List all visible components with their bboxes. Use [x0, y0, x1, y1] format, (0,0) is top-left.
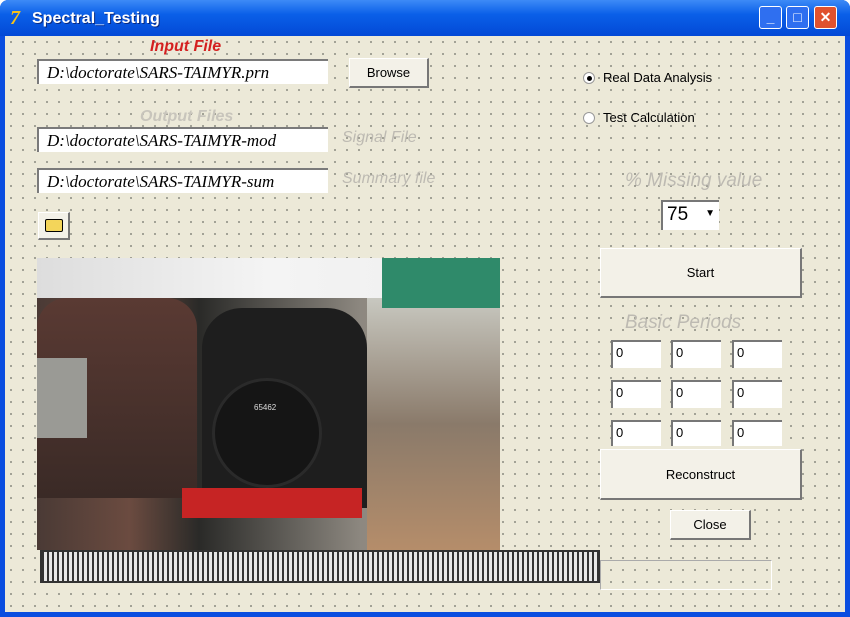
title-bar[interactable]: 7 Spectral_Testing _ □ ✕ — [0, 0, 850, 36]
radio-real-data-analysis[interactable]: Real Data Analysis — [583, 70, 712, 85]
train-photo: 65462 — [37, 258, 500, 550]
progress-track — [600, 560, 772, 590]
radio-label: Test Calculation — [603, 110, 695, 125]
missing-value-label: % Missing value — [625, 170, 763, 191]
period-field[interactable]: 0 — [732, 380, 782, 408]
window-title: Spectral_Testing — [32, 10, 160, 27]
chevron-down-icon: ▼ — [705, 208, 715, 219]
period-field[interactable]: 0 — [671, 420, 721, 446]
radio-test-calculation[interactable]: Test Calculation — [583, 110, 695, 125]
period-field[interactable]: 0 — [611, 380, 661, 408]
summary-file-field[interactable]: D:\doctorate\SARS-TAIMYR-sum — [37, 168, 328, 193]
open-folder-button[interactable] — [38, 212, 70, 240]
close-button[interactable]: Close — [670, 510, 751, 540]
minimize-button[interactable]: _ — [759, 6, 782, 29]
input-file-field[interactable]: D:\doctorate\SARS-TAIMYR.prn — [37, 59, 328, 84]
output-files-label: Output Files — [140, 108, 234, 125]
radio-checked-icon — [583, 71, 595, 84]
input-file-label: Input File — [150, 38, 222, 55]
start-button[interactable]: Start — [600, 248, 802, 298]
folder-icon — [44, 219, 63, 232]
app-logo-icon: 7 — [10, 7, 20, 29]
progress-bar — [40, 550, 600, 583]
browse-button[interactable]: Browse — [349, 58, 429, 88]
signal-file-label: Signal File — [342, 129, 417, 146]
missing-value-select[interactable]: 75 ▼ — [661, 200, 719, 230]
radio-unchecked-icon — [583, 111, 595, 124]
period-field[interactable]: 0 — [732, 420, 782, 446]
radio-label: Real Data Analysis — [603, 70, 713, 85]
locomotive-number: 65462 — [254, 403, 277, 412]
signal-file-field[interactable]: D:\doctorate\SARS-TAIMYR-mod — [37, 127, 328, 152]
maximize-button[interactable]: □ — [786, 6, 809, 29]
period-field[interactable]: 0 — [732, 340, 782, 368]
summary-file-label: Summary file — [342, 170, 436, 187]
period-field[interactable]: 0 — [671, 340, 721, 368]
period-field[interactable]: 0 — [671, 380, 721, 408]
period-field[interactable]: 0 — [611, 340, 661, 368]
close-window-button[interactable]: ✕ — [814, 6, 837, 29]
basic-periods-label: Basic Periods — [625, 312, 742, 333]
reconstruct-button[interactable]: Reconstruct — [600, 449, 802, 500]
period-field[interactable]: 0 — [611, 420, 661, 446]
missing-value-selected: 75 — [667, 204, 689, 225]
